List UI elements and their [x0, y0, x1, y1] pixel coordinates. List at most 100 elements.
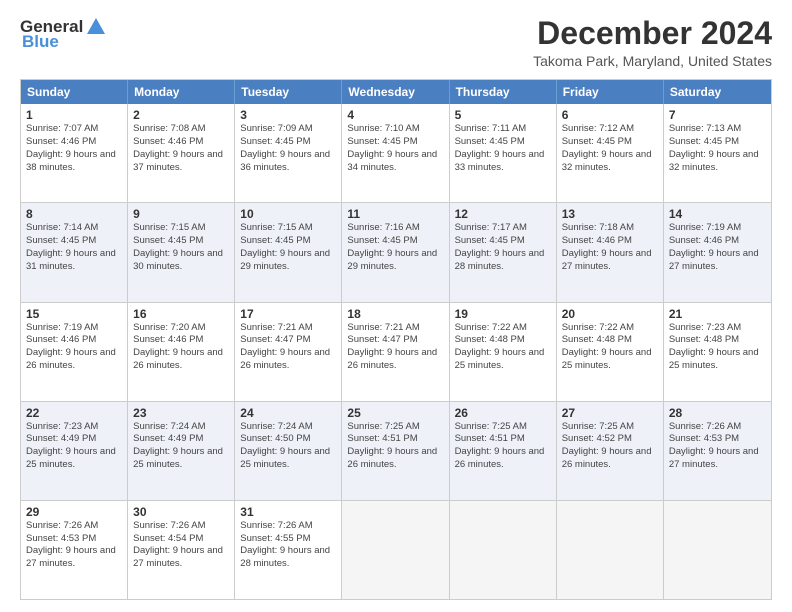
calendar-row: 1Sunrise: 7:07 AM Sunset: 4:46 PM Daylig…	[21, 104, 771, 202]
calendar-cell: 6Sunrise: 7:12 AM Sunset: 4:45 PM Daylig…	[557, 104, 664, 202]
day-info: Sunrise: 7:26 AM Sunset: 4:54 PM Dayligh…	[133, 520, 229, 571]
day-number: 13	[562, 207, 658, 221]
calendar-cell: 1Sunrise: 7:07 AM Sunset: 4:46 PM Daylig…	[21, 104, 128, 202]
calendar-header-cell: Wednesday	[342, 80, 449, 104]
day-number: 30	[133, 505, 229, 519]
day-info: Sunrise: 7:18 AM Sunset: 4:46 PM Dayligh…	[562, 222, 658, 273]
calendar-cell: 27Sunrise: 7:25 AM Sunset: 4:52 PM Dayli…	[557, 402, 664, 500]
day-info: Sunrise: 7:11 AM Sunset: 4:45 PM Dayligh…	[455, 123, 551, 174]
day-info: Sunrise: 7:25 AM Sunset: 4:51 PM Dayligh…	[347, 421, 443, 472]
day-number: 17	[240, 307, 336, 321]
day-info: Sunrise: 7:14 AM Sunset: 4:45 PM Dayligh…	[26, 222, 122, 273]
calendar-cell: 12Sunrise: 7:17 AM Sunset: 4:45 PM Dayli…	[450, 203, 557, 301]
day-number: 5	[455, 108, 551, 122]
day-number: 24	[240, 406, 336, 420]
day-info: Sunrise: 7:15 AM Sunset: 4:45 PM Dayligh…	[240, 222, 336, 273]
calendar-cell: 30Sunrise: 7:26 AM Sunset: 4:54 PM Dayli…	[128, 501, 235, 599]
calendar-cell: 20Sunrise: 7:22 AM Sunset: 4:48 PM Dayli…	[557, 303, 664, 401]
calendar-cell-empty	[557, 501, 664, 599]
calendar-header-cell: Monday	[128, 80, 235, 104]
calendar-cell: 10Sunrise: 7:15 AM Sunset: 4:45 PM Dayli…	[235, 203, 342, 301]
day-info: Sunrise: 7:13 AM Sunset: 4:45 PM Dayligh…	[669, 123, 766, 174]
day-number: 22	[26, 406, 122, 420]
day-number: 7	[669, 108, 766, 122]
calendar-header-cell: Thursday	[450, 80, 557, 104]
calendar-header-cell: Sunday	[21, 80, 128, 104]
day-number: 25	[347, 406, 443, 420]
day-info: Sunrise: 7:21 AM Sunset: 4:47 PM Dayligh…	[347, 322, 443, 373]
calendar-cell: 11Sunrise: 7:16 AM Sunset: 4:45 PM Dayli…	[342, 203, 449, 301]
calendar-cell-empty	[342, 501, 449, 599]
day-number: 21	[669, 307, 766, 321]
day-number: 11	[347, 207, 443, 221]
calendar-cell: 28Sunrise: 7:26 AM Sunset: 4:53 PM Dayli…	[664, 402, 771, 500]
day-number: 14	[669, 207, 766, 221]
calendar-cell: 16Sunrise: 7:20 AM Sunset: 4:46 PM Dayli…	[128, 303, 235, 401]
day-info: Sunrise: 7:26 AM Sunset: 4:53 PM Dayligh…	[26, 520, 122, 571]
calendar-cell: 22Sunrise: 7:23 AM Sunset: 4:49 PM Dayli…	[21, 402, 128, 500]
day-info: Sunrise: 7:15 AM Sunset: 4:45 PM Dayligh…	[133, 222, 229, 273]
main-title: December 2024	[533, 16, 772, 51]
day-number: 19	[455, 307, 551, 321]
day-info: Sunrise: 7:22 AM Sunset: 4:48 PM Dayligh…	[562, 322, 658, 373]
day-number: 4	[347, 108, 443, 122]
day-number: 23	[133, 406, 229, 420]
calendar-cell-empty	[664, 501, 771, 599]
day-number: 29	[26, 505, 122, 519]
page: General Blue December 2024 Takoma Park, …	[0, 0, 792, 612]
calendar-cell: 9Sunrise: 7:15 AM Sunset: 4:45 PM Daylig…	[128, 203, 235, 301]
day-info: Sunrise: 7:25 AM Sunset: 4:51 PM Dayligh…	[455, 421, 551, 472]
day-number: 28	[669, 406, 766, 420]
calendar-cell: 2Sunrise: 7:08 AM Sunset: 4:46 PM Daylig…	[128, 104, 235, 202]
day-number: 1	[26, 108, 122, 122]
subtitle: Takoma Park, Maryland, United States	[533, 53, 772, 69]
calendar-row: 29Sunrise: 7:26 AM Sunset: 4:53 PM Dayli…	[21, 500, 771, 599]
calendar-cell: 7Sunrise: 7:13 AM Sunset: 4:45 PM Daylig…	[664, 104, 771, 202]
day-number: 6	[562, 108, 658, 122]
calendar-cell: 21Sunrise: 7:23 AM Sunset: 4:48 PM Dayli…	[664, 303, 771, 401]
day-number: 10	[240, 207, 336, 221]
calendar-cell: 26Sunrise: 7:25 AM Sunset: 4:51 PM Dayli…	[450, 402, 557, 500]
calendar-cell: 29Sunrise: 7:26 AM Sunset: 4:53 PM Dayli…	[21, 501, 128, 599]
header: General Blue December 2024 Takoma Park, …	[20, 16, 772, 69]
calendar-cell: 3Sunrise: 7:09 AM Sunset: 4:45 PM Daylig…	[235, 104, 342, 202]
day-info: Sunrise: 7:24 AM Sunset: 4:49 PM Dayligh…	[133, 421, 229, 472]
calendar-cell: 19Sunrise: 7:22 AM Sunset: 4:48 PM Dayli…	[450, 303, 557, 401]
day-info: Sunrise: 7:23 AM Sunset: 4:49 PM Dayligh…	[26, 421, 122, 472]
logo: General Blue	[20, 16, 107, 52]
logo-blue: Blue	[22, 32, 59, 52]
calendar-header-cell: Tuesday	[235, 80, 342, 104]
day-info: Sunrise: 7:07 AM Sunset: 4:46 PM Dayligh…	[26, 123, 122, 174]
day-number: 27	[562, 406, 658, 420]
day-number: 12	[455, 207, 551, 221]
day-number: 26	[455, 406, 551, 420]
calendar-cell: 14Sunrise: 7:19 AM Sunset: 4:46 PM Dayli…	[664, 203, 771, 301]
calendar-row: 8Sunrise: 7:14 AM Sunset: 4:45 PM Daylig…	[21, 202, 771, 301]
calendar-cell: 17Sunrise: 7:21 AM Sunset: 4:47 PM Dayli…	[235, 303, 342, 401]
day-number: 8	[26, 207, 122, 221]
day-info: Sunrise: 7:19 AM Sunset: 4:46 PM Dayligh…	[669, 222, 766, 273]
day-number: 18	[347, 307, 443, 321]
calendar-row: 15Sunrise: 7:19 AM Sunset: 4:46 PM Dayli…	[21, 302, 771, 401]
calendar-header-cell: Friday	[557, 80, 664, 104]
title-block: December 2024 Takoma Park, Maryland, Uni…	[533, 16, 772, 69]
day-info: Sunrise: 7:19 AM Sunset: 4:46 PM Dayligh…	[26, 322, 122, 373]
day-info: Sunrise: 7:12 AM Sunset: 4:45 PM Dayligh…	[562, 123, 658, 174]
day-info: Sunrise: 7:17 AM Sunset: 4:45 PM Dayligh…	[455, 222, 551, 273]
calendar-cell: 18Sunrise: 7:21 AM Sunset: 4:47 PM Dayli…	[342, 303, 449, 401]
calendar-cell: 4Sunrise: 7:10 AM Sunset: 4:45 PM Daylig…	[342, 104, 449, 202]
day-number: 3	[240, 108, 336, 122]
calendar-cell: 8Sunrise: 7:14 AM Sunset: 4:45 PM Daylig…	[21, 203, 128, 301]
calendar-cell: 24Sunrise: 7:24 AM Sunset: 4:50 PM Dayli…	[235, 402, 342, 500]
day-number: 9	[133, 207, 229, 221]
day-info: Sunrise: 7:22 AM Sunset: 4:48 PM Dayligh…	[455, 322, 551, 373]
calendar-cell: 13Sunrise: 7:18 AM Sunset: 4:46 PM Dayli…	[557, 203, 664, 301]
calendar-cell: 5Sunrise: 7:11 AM Sunset: 4:45 PM Daylig…	[450, 104, 557, 202]
day-number: 31	[240, 505, 336, 519]
day-info: Sunrise: 7:20 AM Sunset: 4:46 PM Dayligh…	[133, 322, 229, 373]
calendar-cell: 23Sunrise: 7:24 AM Sunset: 4:49 PM Dayli…	[128, 402, 235, 500]
day-info: Sunrise: 7:23 AM Sunset: 4:48 PM Dayligh…	[669, 322, 766, 373]
calendar: SundayMondayTuesdayWednesdayThursdayFrid…	[20, 79, 772, 600]
day-info: Sunrise: 7:24 AM Sunset: 4:50 PM Dayligh…	[240, 421, 336, 472]
day-info: Sunrise: 7:26 AM Sunset: 4:53 PM Dayligh…	[669, 421, 766, 472]
